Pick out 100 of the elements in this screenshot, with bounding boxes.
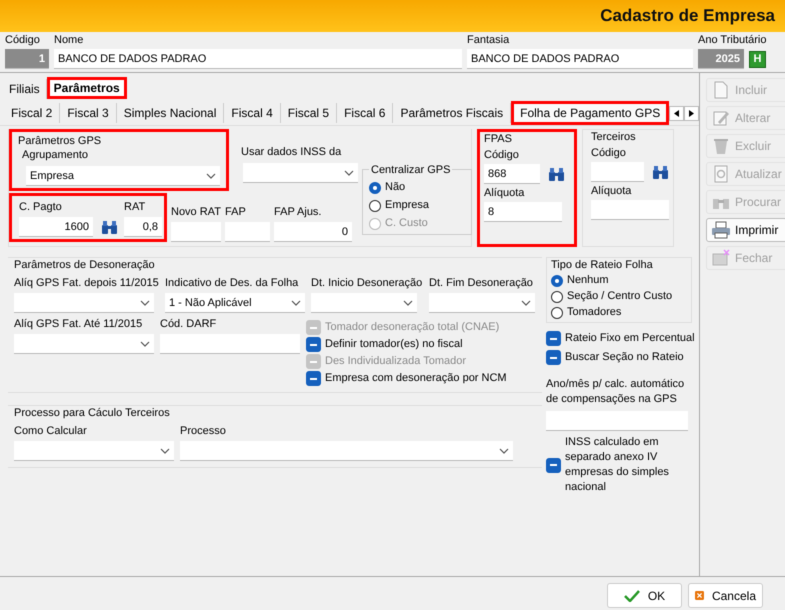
radio-button[interactable] [551, 274, 563, 286]
dropdown[interactable] [14, 441, 174, 461]
text-field[interactable]: 0 [274, 222, 352, 242]
checkbox-label: Des Individualizada Tomador [325, 354, 466, 369]
text-field[interactable]: 1600 [19, 217, 93, 237]
pencil-icon [711, 109, 731, 127]
checkbox[interactable] [546, 331, 561, 346]
radio-label: Não [385, 180, 406, 195]
field-label: Alíquota [591, 184, 632, 198]
field-label: Processo [180, 424, 227, 438]
field-label: Novo RAT [171, 205, 221, 219]
radio-label: Seção / Centro Custo [567, 289, 672, 304]
dropdown[interactable] [243, 163, 358, 183]
chevron-down-icon [160, 448, 170, 454]
radio-button[interactable] [369, 182, 381, 194]
tab[interactable]: Fiscal 3 [60, 103, 117, 123]
tab[interactable]: Fiscal 6 [337, 103, 394, 123]
group-title: Terceiros [591, 130, 637, 144]
binoculars-icon[interactable] [101, 220, 118, 234]
field-label: Ano Tributário [698, 33, 766, 47]
field-label: Cód. DARF [160, 317, 218, 331]
chevron-down-icon [403, 300, 413, 306]
chevron-down-icon [344, 170, 354, 176]
chevron-down-icon [291, 300, 301, 306]
dropdown[interactable]: Empresa [26, 166, 220, 186]
field-label: C. Pagto [19, 200, 63, 214]
checkbox[interactable] [306, 371, 321, 386]
binoculars-icon[interactable] [652, 164, 669, 180]
checkbox-label: INSS calculado em separado anexo IV empresas do simples nacional [565, 435, 670, 495]
dropdown[interactable] [14, 334, 154, 354]
scroll-right-button[interactable] [684, 106, 700, 120]
toolbar-button[interactable]: Imprimir [706, 218, 785, 242]
chevron-down-icon [140, 300, 150, 306]
chevron-down-icon [521, 300, 531, 306]
radio-label: Tomadores [567, 305, 622, 320]
radio-button[interactable] [551, 306, 563, 318]
h-button[interactable]: H [749, 50, 766, 68]
field-label: Ano/mês p/ calc. automático de compensações na GPS [546, 377, 686, 407]
field-label: Alíq GPS Fat. Até 11/2015 [14, 317, 144, 331]
text-field[interactable] [160, 334, 300, 354]
tab[interactable]: Parâmetros [46, 77, 127, 99]
field-label: Fantasia [467, 33, 510, 47]
field-label: Código [5, 33, 41, 47]
text-field[interactable] [546, 411, 688, 431]
dropdown[interactable] [180, 441, 513, 461]
window-title: Cadastro de Empresa [600, 6, 775, 26]
group-title: Parâmetros de Desoneração [14, 258, 156, 272]
field-label: FAP [225, 205, 247, 219]
text-field[interactable]: 868 [484, 164, 540, 184]
field-label: Alíquota [484, 186, 526, 200]
checkbox-label: Tomador desoneração total (CNAE) [325, 320, 500, 335]
ok-button[interactable]: OK [607, 583, 682, 608]
dropdown[interactable] [14, 293, 154, 313]
field-label: Como Calcular [14, 424, 88, 438]
chevron-down-icon [206, 172, 216, 178]
checkbox[interactable] [546, 350, 561, 365]
tab[interactable]: Fiscal 4 [224, 103, 281, 123]
text-field[interactable] [591, 200, 669, 220]
text-field[interactable] [171, 222, 221, 242]
text-field[interactable]: 0,8 [124, 217, 162, 237]
tab[interactable]: Simples Nacional [116, 103, 224, 123]
field-label: Agrupamento [21, 148, 90, 162]
group-title: Tipo de Rateio Folha [551, 258, 654, 272]
tab[interactable]: Fiscal 5 [280, 103, 338, 123]
chevron-down-icon [499, 448, 509, 454]
checkbox-label: Buscar Seção no Rateio [565, 350, 684, 365]
text-field[interactable]: 8 [484, 202, 562, 222]
cancel-button[interactable]: Cancela [688, 583, 763, 608]
binoculars-icon[interactable] [548, 166, 565, 182]
field-label: Nome [54, 33, 84, 47]
triangle-left-icon [674, 110, 680, 116]
text-field[interactable]: BANCO DE DADOS PADRAO [467, 49, 693, 69]
printer-icon [711, 221, 731, 239]
radio-button[interactable] [551, 290, 563, 302]
field-label: FAP Ajus. [274, 205, 322, 219]
year-field: 2025 [698, 49, 744, 69]
group-title: FPAS [484, 132, 513, 146]
group-title: Processo para Cáculo Terceiros [14, 406, 171, 420]
tab[interactable]: Folha de Pagamento GPS [511, 101, 670, 125]
checkmark-icon [624, 590, 640, 602]
text-field[interactable] [225, 222, 270, 242]
text-field[interactable] [591, 162, 644, 182]
radio-button[interactable] [369, 200, 381, 212]
trash-icon [711, 137, 731, 155]
field-label: Código [484, 148, 520, 162]
field-label: RAT [124, 200, 146, 214]
checkbox-label: Empresa com desoneração por NCM [325, 371, 507, 386]
checkbox[interactable] [546, 458, 561, 472]
checkbox[interactable] [306, 337, 321, 352]
close-icon [695, 588, 704, 603]
radio-label: Empresa [385, 198, 430, 213]
dropdown[interactable] [311, 293, 417, 313]
dropdown[interactable]: 1 - Não Aplicável [165, 293, 305, 313]
text-field[interactable]: BANCO DE DADOS PADRAO [54, 49, 462, 69]
group-title: Parâmetros GPS [18, 134, 102, 148]
code-field: 1 [5, 49, 49, 69]
dropdown[interactable] [429, 293, 535, 313]
chevron-down-icon [140, 340, 150, 346]
tab[interactable]: Fiscal 2 [4, 103, 60, 123]
scroll-left-button[interactable] [669, 106, 684, 120]
